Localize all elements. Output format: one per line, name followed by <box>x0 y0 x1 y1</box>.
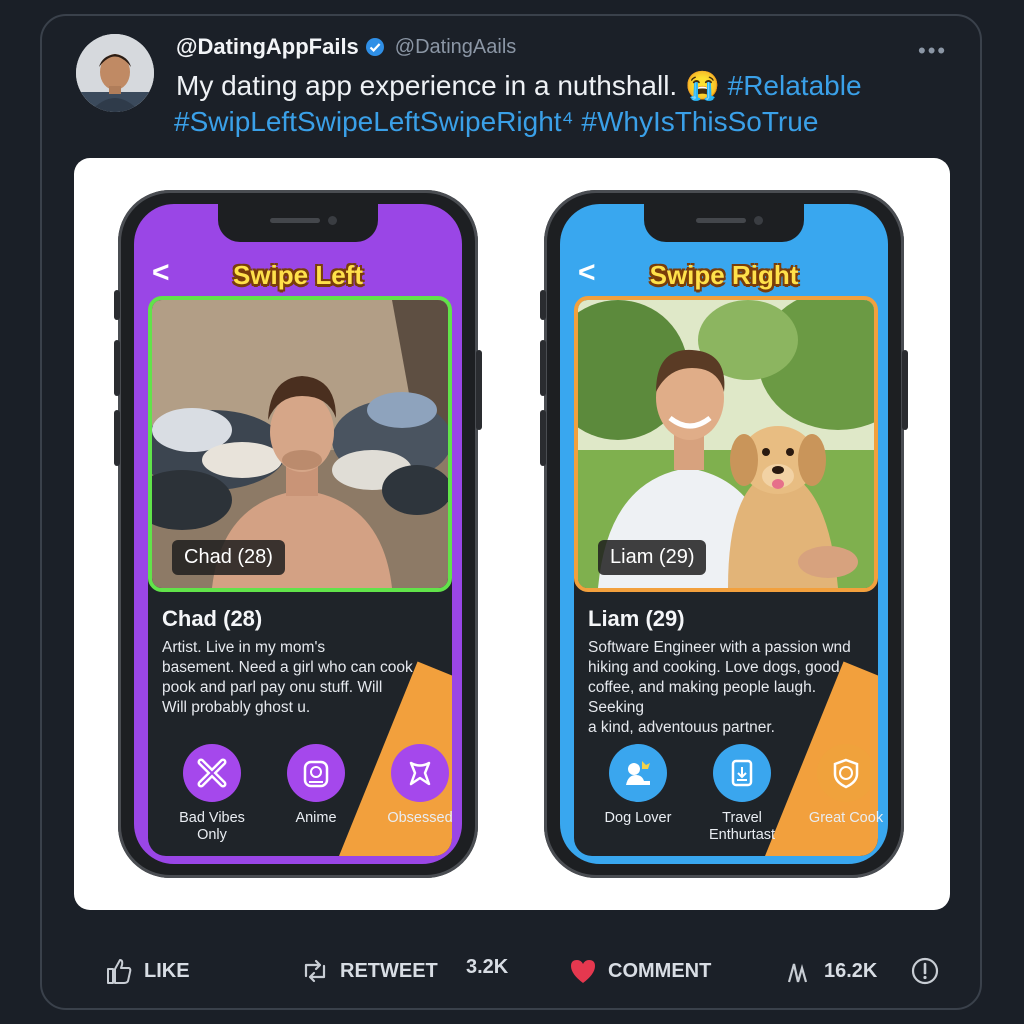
profile-photo[interactable]: Chad (28) <box>148 296 452 592</box>
photo-name-label: Liam (29) <box>598 540 707 575</box>
badge-obsessed[interactable]: Obsessed <box>368 744 462 827</box>
phone-side-button <box>902 350 908 430</box>
phone-screen: < Swipe Left Chad (28) Chad (28) Artist.… <box>134 204 462 864</box>
retweet-icon <box>304 959 326 983</box>
badge-great-cook[interactable]: Great Cook <box>794 744 888 827</box>
dog-icon <box>609 744 667 802</box>
phone-side-button <box>540 290 546 320</box>
profile-name: Chad (28) <box>162 606 263 631</box>
info-icon <box>911 957 939 985</box>
ribbon-icon <box>391 744 449 802</box>
badge-label: Anime <box>295 810 337 826</box>
profile-bio: Artist. Live in my mom's basement. Need … <box>162 639 413 716</box>
author-row: @DatingAppFails @DatingAails <box>176 34 516 60</box>
avatar[interactable] <box>76 34 154 112</box>
verified-badge-icon <box>365 38 384 56</box>
phone-side-button <box>540 410 546 466</box>
profile-photo[interactable]: Liam (29) <box>574 296 878 592</box>
badge-anime[interactable]: Anime <box>264 744 368 827</box>
like-label: LIKE <box>144 959 190 982</box>
badge-label: Bad Vibes Only <box>179 810 245 843</box>
display-name[interactable]: @DatingAppFails <box>176 34 359 60</box>
thumbs-up-icon <box>107 959 132 984</box>
tweet-actions: LIKE RETWEET 3.2K COMMENT 16.2K <box>104 956 944 988</box>
heart-icon <box>571 960 595 983</box>
phone-side-button <box>476 350 482 430</box>
phone-side-button <box>114 340 120 396</box>
cross-icon <box>183 744 241 802</box>
phone-notch <box>218 204 378 242</box>
badge-label: Great Cook <box>808 810 884 826</box>
like-button[interactable]: LIKE <box>104 956 190 986</box>
comment-label: COMMENT <box>608 959 712 982</box>
badge-bad-vibes[interactable]: Bad Vibes Only <box>160 744 264 844</box>
phone-swipe-right: < Swipe Right Liam (29) Liam (29) Softwa… <box>540 190 908 878</box>
profile-bio: Software Engineer with a passion wnd hik… <box>588 639 851 736</box>
share-button[interactable] <box>910 956 940 986</box>
screen-title: Swipe Right <box>649 260 799 290</box>
tv-icon <box>287 744 345 802</box>
phone-side-button <box>540 340 546 396</box>
phone-side-button <box>114 410 120 466</box>
hashtag-relatable[interactable]: #Relatable <box>728 70 862 101</box>
more-options-icon[interactable]: ••• <box>918 38 947 64</box>
badge-travel[interactable]: Travel Enthurtast <box>690 744 794 844</box>
phone-swipe-left: < Swipe Left Chad (28) Chad (28) Artist.… <box>114 190 482 878</box>
chef-badge-icon <box>817 744 875 802</box>
phone-screen: < Swipe Right Liam (29) Liam (29) Softwa… <box>560 204 888 864</box>
badge-label: Dog Lover <box>604 810 672 826</box>
comment-button[interactable]: COMMENT <box>568 956 711 986</box>
retweet-label: RETWEET <box>340 959 438 982</box>
screen-title: Swipe Left <box>232 260 363 290</box>
retweet-count: 3.2K <box>466 956 509 978</box>
views-chart-icon <box>787 963 808 983</box>
suitcase-icon <box>713 744 771 802</box>
phone-notch <box>644 204 804 242</box>
tweet-text: My dating app experience in a nuthshall.… <box>176 68 936 104</box>
views-button[interactable]: 16.2K <box>784 956 877 986</box>
badge-label: Obsessed <box>387 810 453 826</box>
profile-name: Liam (29) <box>588 606 685 631</box>
photo-name-label: Chad (28) <box>172 540 285 575</box>
hashtags-line[interactable]: #SwipLeftSwipeLeftSwipeRight⁴ #WhyIsThis… <box>174 104 818 140</box>
phone-side-button <box>114 290 120 320</box>
retweet-button[interactable]: RETWEET <box>300 956 438 986</box>
tweet-text-main: My dating app experience in a nuthshall.… <box>176 70 728 101</box>
username[interactable]: @DatingAails <box>395 36 516 59</box>
badge-dog-lover[interactable]: Dog Lover <box>586 744 690 827</box>
views-count: 16.2K <box>824 959 878 982</box>
badge-label: Travel Enthurtast <box>708 810 776 843</box>
